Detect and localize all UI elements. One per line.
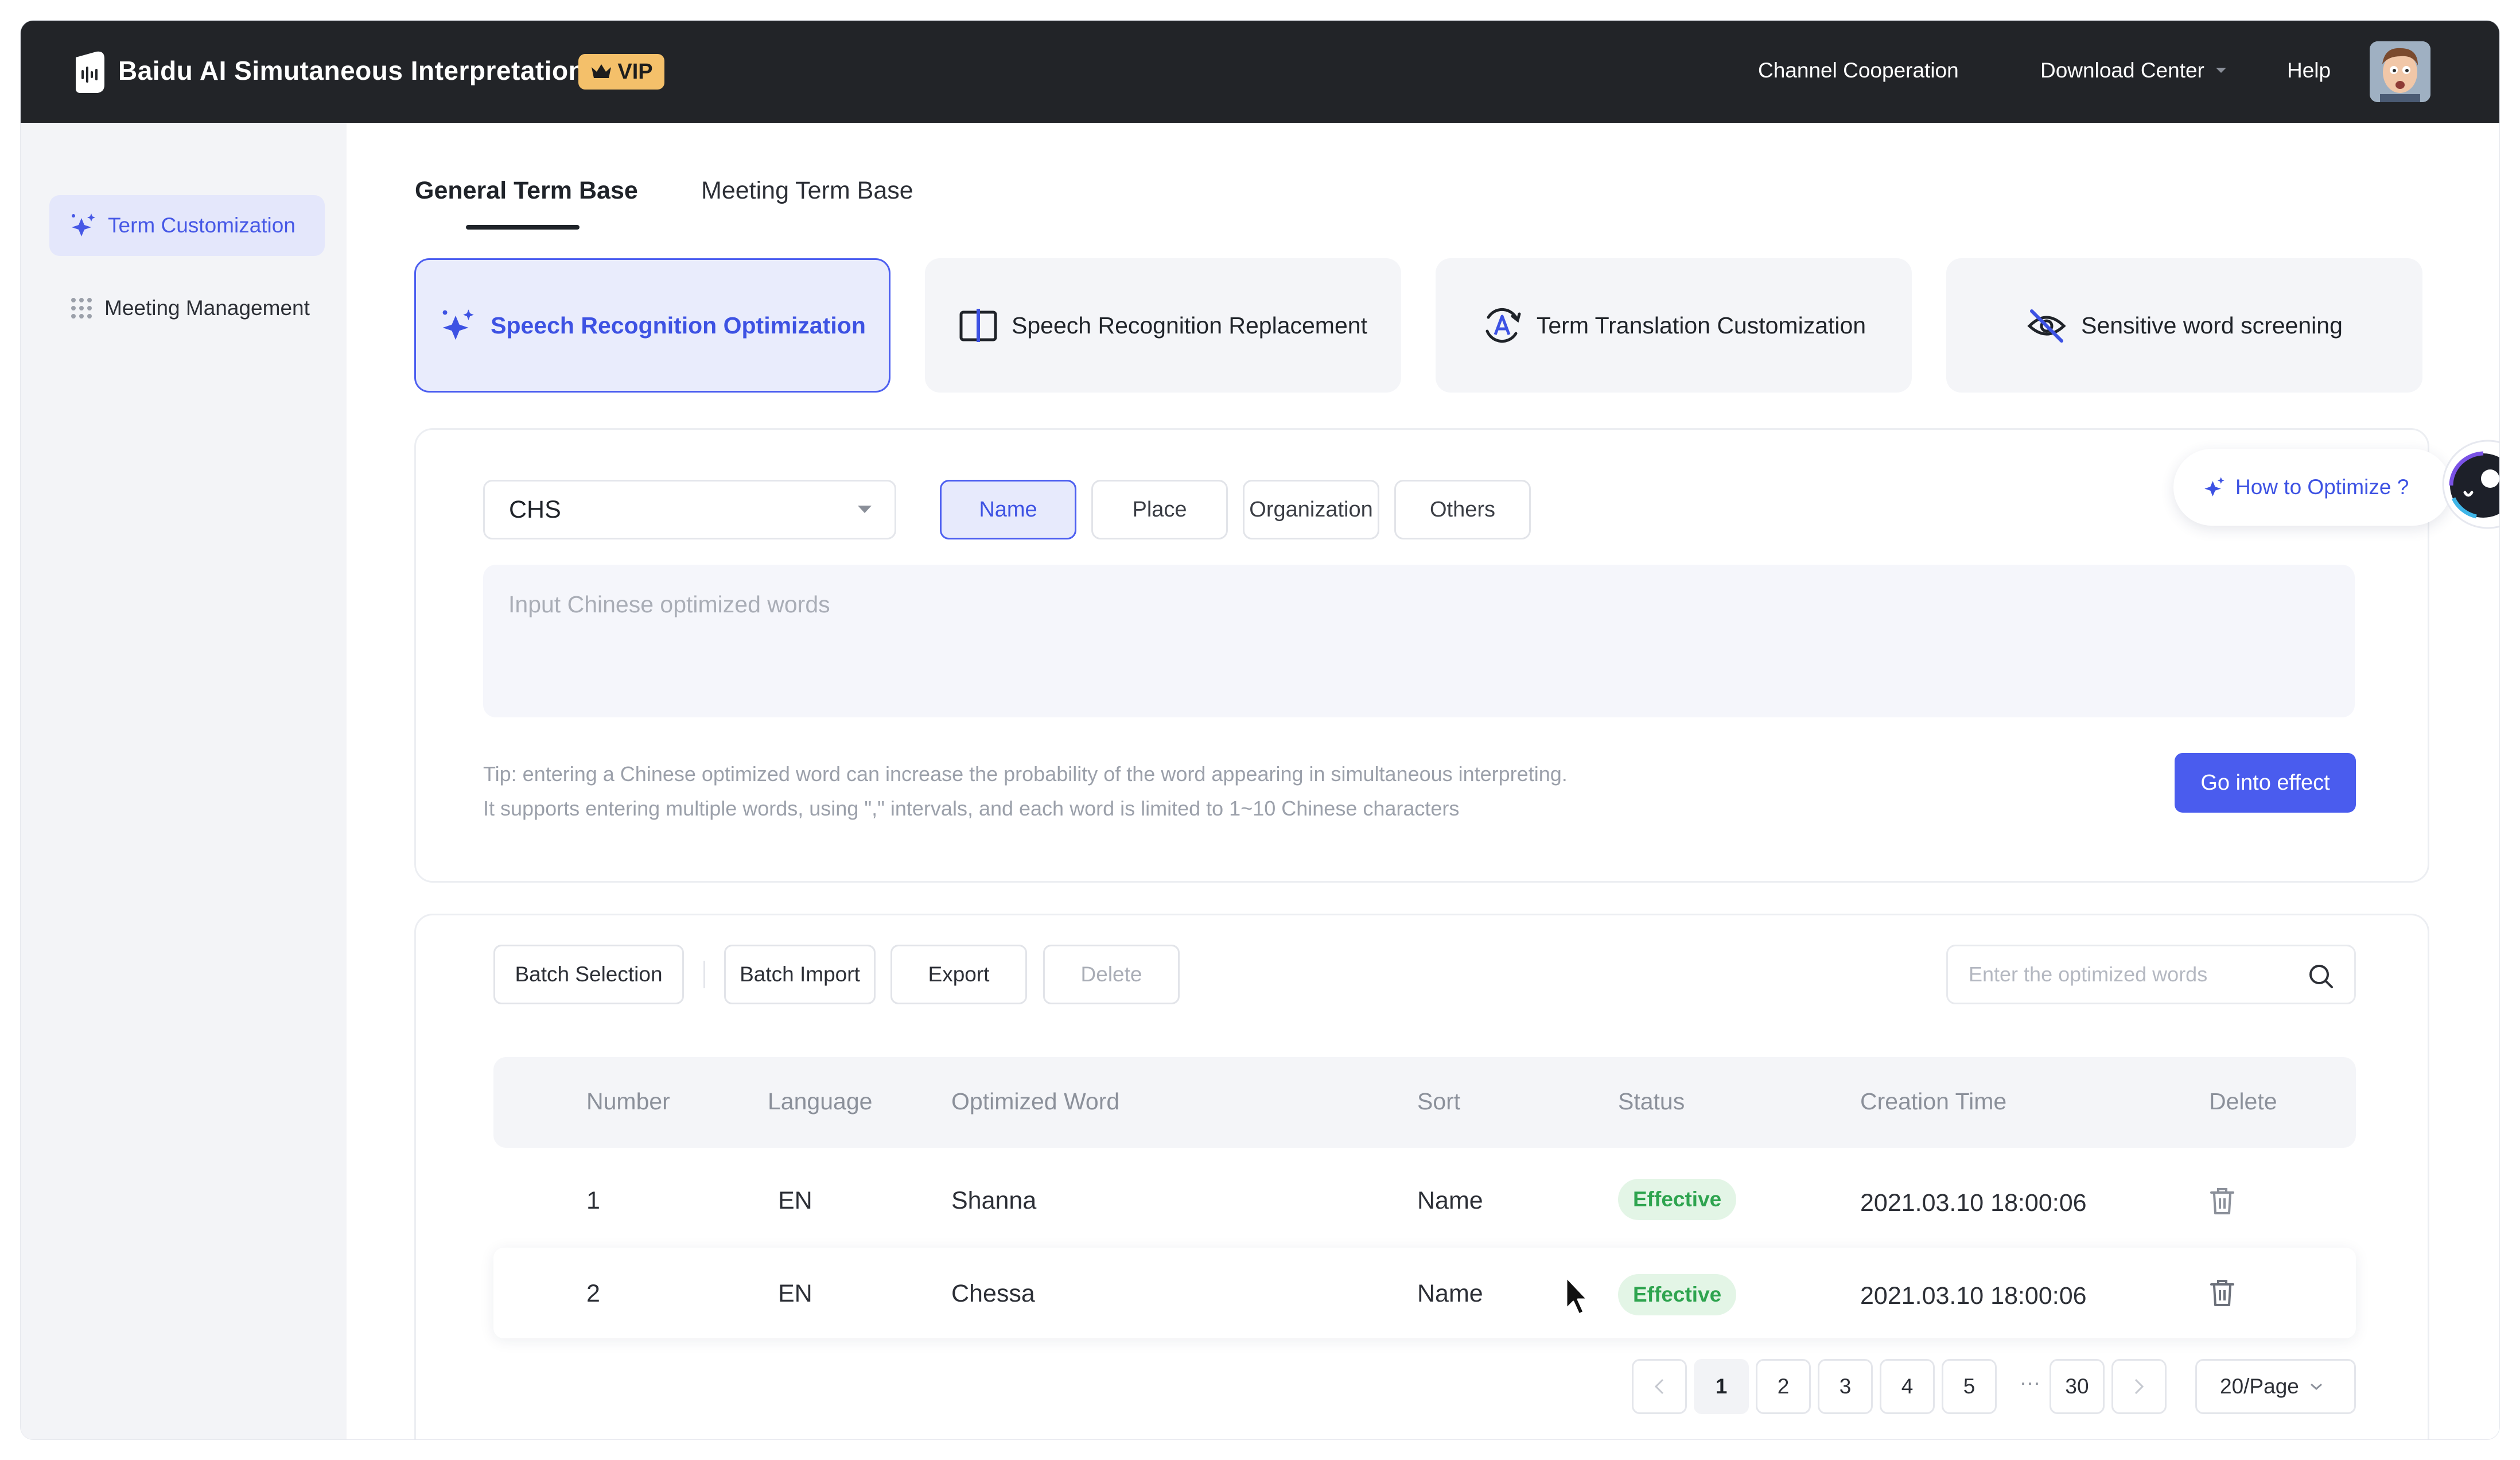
nav-download-center[interactable]: Download Center	[2040, 59, 2227, 83]
page-size-value: 20/Page	[2220, 1374, 2299, 1398]
page-button-30[interactable]: 30	[2050, 1359, 2105, 1414]
sparkle-icon	[72, 213, 95, 236]
tab-general-term-base[interactable]: General Term Base	[415, 177, 638, 205]
cell-language: EN	[778, 1280, 812, 1307]
category-chip-name[interactable]: Name	[940, 480, 1076, 539]
trash-icon[interactable]	[2209, 1279, 2235, 1307]
card-term-translation-customization[interactable]: Term Translation Customization	[1436, 258, 1912, 393]
category-chip-place[interactable]: Place	[1091, 480, 1228, 539]
grid-icon	[71, 298, 92, 319]
cell-creation-time: 2021.03.10 18:00:06	[1860, 1189, 2087, 1217]
cell-sort: Name	[1417, 1187, 1483, 1214]
category-chip-organization[interactable]: Organization	[1243, 480, 1379, 539]
tip-text-line-1: Tip: entering a Chinese optimized word c…	[483, 762, 1568, 786]
card-speech-recognition-replacement[interactable]: Speech Recognition Replacement	[925, 258, 1401, 393]
vip-label: VIP	[617, 59, 653, 84]
sidebar-item-label: Meeting Management	[104, 296, 310, 320]
page-button-5[interactable]: 5	[1942, 1359, 1997, 1414]
batch-import-button[interactable]: Batch Import	[724, 945, 876, 1004]
app-title: Baidu AI Simutaneous Interpretation	[118, 56, 585, 86]
cell-language: EN	[778, 1187, 812, 1214]
column-header-status: Status	[1618, 1088, 1685, 1115]
eye-off-icon	[2027, 309, 2066, 343]
trash-icon[interactable]	[2209, 1187, 2235, 1216]
column-header-number: Number	[586, 1088, 670, 1115]
avatar-face-icon	[2370, 41, 2430, 102]
language-select[interactable]: CHS	[483, 480, 896, 539]
optimized-words-input[interactable]: Input Chinese optimized words	[483, 565, 2355, 717]
card-label: Term Translation Customization	[1536, 312, 1866, 339]
batch-selection-button[interactable]: Batch Selection	[493, 945, 684, 1004]
app-logo-icon	[76, 51, 104, 93]
active-tab-indicator	[466, 225, 580, 230]
tab-meeting-term-base[interactable]: Meeting Term Base	[701, 177, 913, 205]
export-button[interactable]: Export	[890, 945, 1027, 1004]
cell-optimized-word: Shanna	[951, 1187, 1037, 1214]
language-select-value: CHS	[509, 495, 561, 523]
vip-badge: VIP	[578, 54, 664, 90]
search-input[interactable]: Enter the optimized words	[1946, 945, 2356, 1004]
mouse-cursor-icon	[1565, 1276, 1588, 1315]
column-header-language: Language	[768, 1088, 873, 1115]
cell-sort: Name	[1417, 1280, 1483, 1307]
top-header: Baidu AI Simutaneous Interpretation VIP …	[21, 21, 2499, 123]
swap-panel-icon	[959, 309, 997, 342]
search-placeholder: Enter the optimized words	[1969, 962, 2208, 986]
caret-down-icon	[858, 506, 872, 513]
page-size-select[interactable]: 20/Page	[2195, 1359, 2356, 1414]
toolbar-divider	[703, 961, 705, 988]
card-speech-recognition-optimization[interactable]: Speech Recognition Optimization	[414, 258, 890, 393]
card-label: Speech Recognition Replacement	[1012, 312, 1367, 339]
delete-button[interactable]: Delete	[1043, 945, 1180, 1004]
category-chip-others[interactable]: Others	[1394, 480, 1531, 539]
chevron-down-icon	[2215, 68, 2226, 73]
sidebar: Term Customization Meeting Management	[21, 123, 347, 1439]
go-into-effect-button[interactable]: Go into effect	[2175, 753, 2356, 813]
tip-text-line-2: It supports entering multiple words, usi…	[483, 797, 1460, 820]
chevron-right-icon	[2134, 1379, 2144, 1395]
card-sensitive-word-screening[interactable]: Sensitive word screening	[1946, 258, 2422, 393]
nav-help[interactable]: Help	[2287, 59, 2331, 83]
card-label: Speech Recognition Optimization	[491, 312, 866, 339]
next-page-button[interactable]	[2111, 1359, 2167, 1414]
page-button-3[interactable]: 3	[1818, 1359, 1873, 1414]
cell-optimized-word: Chessa	[951, 1280, 1035, 1307]
prev-page-button[interactable]	[1632, 1359, 1687, 1414]
page-ellipsis: ···	[2020, 1370, 2040, 1394]
cell-number: 1	[586, 1187, 600, 1214]
crown-icon	[592, 64, 612, 78]
column-header-delete: Delete	[2209, 1088, 2277, 1115]
chevron-down-icon	[2310, 1383, 2322, 1391]
page-button-1[interactable]: 1	[1694, 1359, 1749, 1414]
chevron-left-icon	[1654, 1379, 1664, 1395]
nav-channel-cooperation[interactable]: Channel Cooperation	[1758, 59, 1959, 83]
status-badge: Effective	[1618, 1179, 1737, 1220]
page-button-4[interactable]: 4	[1880, 1359, 1935, 1414]
sidebar-item-label: Term Customization	[108, 213, 295, 237]
nav-download-label: Download Center	[2040, 59, 2204, 82]
assistant-robot-icon[interactable]	[2430, 435, 2499, 533]
cell-number: 2	[586, 1280, 600, 1307]
column-header-optimized-word: Optimized Word	[951, 1088, 1120, 1115]
sidebar-item-term-customization[interactable]: Term Customization	[49, 195, 325, 256]
how-to-optimize-label: How to Optimize ?	[2235, 475, 2409, 499]
search-icon[interactable]	[2307, 962, 2335, 990]
column-header-sort: Sort	[1417, 1088, 1461, 1115]
card-label: Sensitive word screening	[2081, 312, 2343, 339]
how-to-optimize-button[interactable]: How to Optimize ?	[2173, 449, 2451, 526]
page-button-2[interactable]: 2	[1756, 1359, 1811, 1414]
avatar[interactable]	[2370, 41, 2430, 102]
cell-creation-time: 2021.03.10 18:00:06	[1860, 1282, 2087, 1310]
sparkle-icon	[2204, 477, 2225, 496]
translate-icon	[1485, 308, 1521, 343]
status-badge: Effective	[1618, 1274, 1737, 1315]
sparkle-icon	[442, 309, 474, 340]
sidebar-item-meeting-management[interactable]: Meeting Management	[49, 278, 325, 339]
app-window: Baidu AI Simutaneous Interpretation VIP …	[21, 21, 2499, 1439]
column-header-creation-time: Creation Time	[1860, 1088, 2007, 1115]
